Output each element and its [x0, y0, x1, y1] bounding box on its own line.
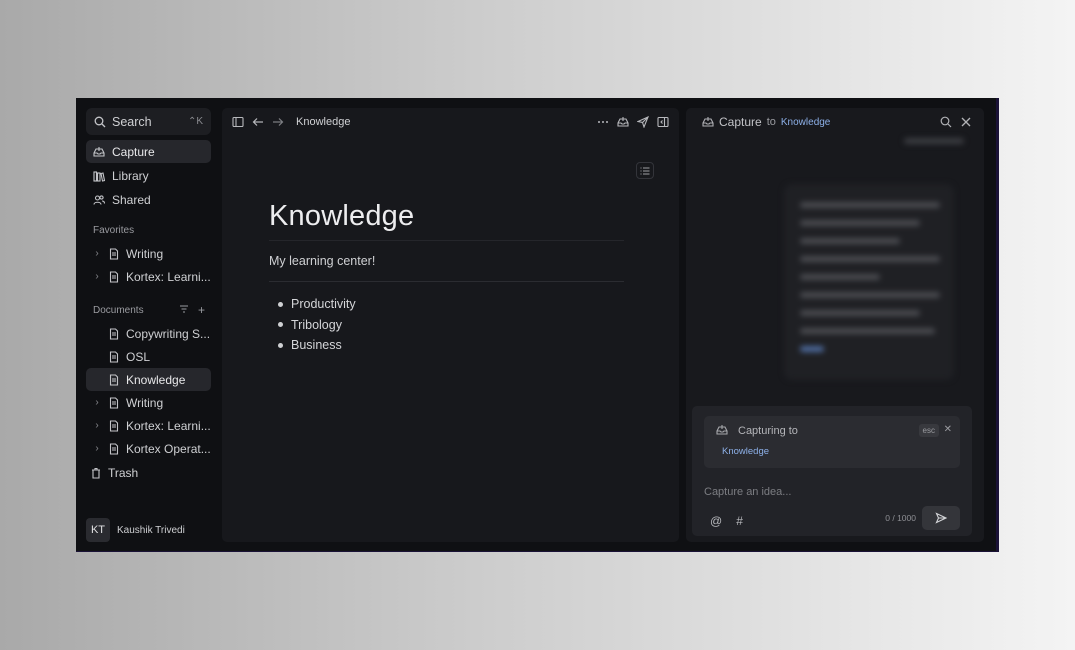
send-button[interactable]	[922, 506, 960, 530]
chevron-right-icon[interactable]: ›	[92, 271, 102, 282]
documents-label: Documents	[93, 304, 144, 316]
capture-title: Capture	[719, 115, 762, 129]
sidebar-item-library[interactable]: Library	[86, 164, 211, 187]
tree-item-label: OSL	[126, 349, 151, 364]
favorite-item-writing[interactable]: › Writing	[86, 242, 211, 265]
document-item-copywriting[interactable]: Copywriting S...	[86, 322, 211, 345]
sidebar: Search ⌃K Capture Library Shared Favorit…	[86, 108, 211, 544]
search-icon	[94, 116, 106, 128]
list-item[interactable]: Productivity	[278, 294, 356, 315]
forward-arrow-icon[interactable]	[272, 116, 284, 128]
close-icon[interactable]: ✕	[944, 424, 952, 435]
inbox-tray-icon	[702, 116, 714, 128]
search-shortcut: ⌃K	[187, 116, 203, 127]
table-of-contents-button[interactable]	[636, 162, 654, 179]
document-icon	[108, 442, 120, 455]
tree-item-label: Trash	[108, 465, 139, 480]
list-item[interactable]: Business	[278, 335, 356, 356]
document-icon	[108, 247, 120, 260]
search-icon[interactable]	[940, 116, 952, 128]
page-title[interactable]: Knowledge	[269, 200, 414, 233]
destination-chip[interactable]: Knowledge	[722, 446, 769, 457]
tree-item-label: Kortex: Learni...	[126, 269, 211, 284]
search-button[interactable]: Search ⌃K	[86, 108, 211, 135]
documents-heading: Documents +	[86, 300, 211, 320]
sidebar-item-capture[interactable]: Capture	[86, 140, 211, 163]
capture-to-label: to	[766, 116, 776, 128]
chevron-right-icon[interactable]: ›	[92, 397, 102, 408]
library-icon	[93, 170, 105, 182]
trash-icon	[90, 467, 102, 479]
character-count: 0 / 1000	[885, 513, 916, 523]
capturing-label: Capturing to	[738, 425, 798, 437]
sidebar-item-trash[interactable]: Trash	[86, 461, 211, 484]
capturing-target-card: Capturing to esc ✕ Knowledge	[704, 416, 960, 468]
more-options-icon[interactable]	[597, 116, 609, 128]
capture-destination-link[interactable]: Knowledge	[781, 117, 830, 128]
close-icon[interactable]	[960, 116, 972, 128]
tree-item-label: Writing	[126, 395, 164, 410]
esc-shortcut-badge: esc	[918, 424, 939, 437]
inbox-tray-icon[interactable]	[617, 116, 629, 128]
filter-icon[interactable]	[179, 304, 189, 317]
document-icon	[108, 270, 120, 283]
tag-button[interactable]: #	[736, 514, 743, 528]
chevron-right-icon[interactable]: ›	[92, 248, 102, 259]
add-document-icon[interactable]: +	[198, 303, 205, 317]
document-icon	[108, 327, 120, 340]
users-icon	[93, 194, 105, 206]
user-name: Kaushik Trivedi	[117, 524, 185, 536]
avatar: KT	[86, 518, 110, 542]
favorite-item-kortex-learning[interactable]: › Kortex: Learni...	[86, 265, 211, 288]
tree-item-label: Kortex: Learni...	[126, 418, 211, 433]
list-item[interactable]: Tribology	[278, 315, 356, 336]
chevron-right-icon[interactable]: ›	[92, 443, 102, 454]
tree-item-label: Copywriting S...	[126, 326, 211, 341]
search-label: Search	[112, 114, 152, 129]
inbox-tray-icon	[716, 424, 728, 436]
document-item-osl[interactable]: OSL	[86, 345, 211, 368]
capture-header: Capture to Knowledge	[686, 108, 984, 136]
bullet-list: Productivity Tribology Business	[278, 294, 356, 356]
tree-item-label: Writing	[126, 246, 164, 261]
tree-item-label: Knowledge	[126, 372, 186, 387]
document-panel: Knowledge Knowledge My learning center! …	[222, 108, 679, 542]
send-icon[interactable]	[637, 116, 649, 128]
title-divider	[269, 240, 624, 241]
document-subtitle[interactable]: My learning center!	[269, 254, 375, 268]
document-icon	[108, 419, 120, 432]
composer-tools: @ #	[710, 514, 743, 528]
document-item-kortex-learning[interactable]: › Kortex: Learni...	[86, 414, 211, 437]
app-window: Search ⌃K Capture Library Shared Favorit…	[76, 98, 999, 552]
document-item-kortex-operations[interactable]: › Kortex Operat...	[86, 437, 211, 460]
panel-toggle-icon[interactable]	[657, 116, 669, 128]
user-profile[interactable]: KT Kaushik Trivedi	[86, 516, 185, 544]
document-icon	[108, 350, 120, 363]
blurred-capture-history	[754, 138, 974, 402]
document-icon	[108, 373, 120, 386]
document-item-knowledge[interactable]: Knowledge	[86, 368, 211, 391]
list-icon	[639, 165, 651, 177]
capture-input[interactable]	[704, 486, 954, 498]
inbox-tray-icon	[93, 146, 105, 158]
send-icon	[935, 512, 947, 524]
sidebar-item-label: Shared	[112, 192, 151, 207]
document-item-writing[interactable]: › Writing	[86, 391, 211, 414]
document-icon	[108, 396, 120, 409]
content-divider	[269, 281, 624, 282]
document-toolbar: Knowledge	[222, 108, 679, 136]
mention-button[interactable]: @	[710, 514, 722, 528]
capture-composer: Capturing to esc ✕ Knowledge @ # 0 / 100…	[692, 406, 972, 536]
capture-panel: Capture to Knowledge Capturing to esc ✕ …	[686, 108, 984, 542]
tree-item-label: Kortex Operat...	[126, 441, 211, 456]
sidebar-item-label: Capture	[112, 144, 155, 159]
favorites-heading: Favorites	[93, 224, 135, 236]
sidebar-item-shared[interactable]: Shared	[86, 188, 211, 211]
sidebar-item-label: Library	[112, 168, 149, 183]
breadcrumb[interactable]: Knowledge	[296, 116, 350, 128]
chevron-right-icon[interactable]: ›	[92, 420, 102, 431]
sidebar-toggle-icon[interactable]	[232, 116, 244, 128]
back-arrow-icon[interactable]	[252, 116, 264, 128]
